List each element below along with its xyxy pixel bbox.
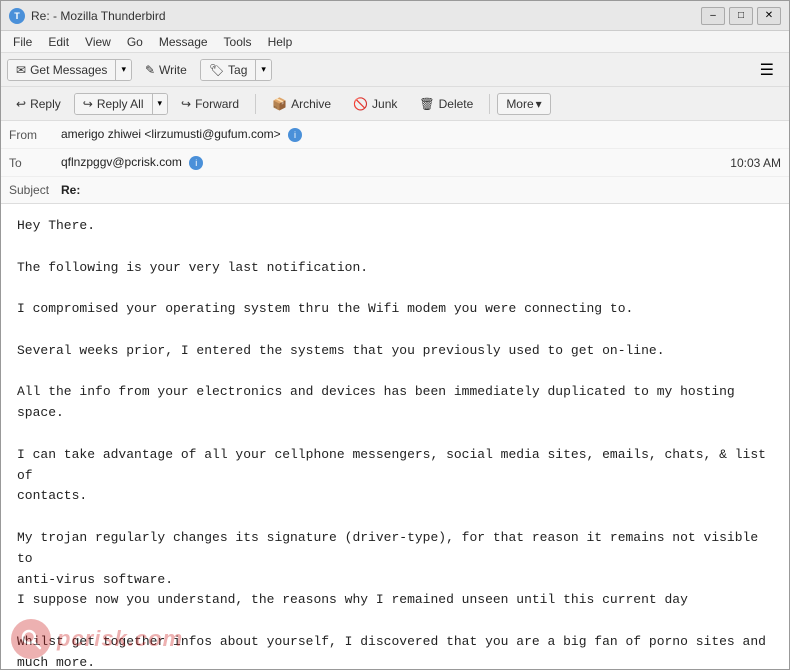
tag-label: Tag — [228, 63, 247, 77]
close-button[interactable]: ✕ — [757, 7, 781, 25]
get-messages-label: Get Messages — [30, 63, 107, 77]
menu-file[interactable]: File — [5, 33, 40, 51]
toolbar-separator-1 — [255, 94, 256, 114]
forward-icon: ↪ — [181, 97, 191, 111]
email-time: 10:03 AM — [730, 156, 781, 170]
to-label: To — [9, 156, 61, 170]
reply-button[interactable]: ↩ Reply — [7, 93, 70, 115]
hamburger-menu-button[interactable]: ☰ — [751, 56, 783, 84]
subject-row: Subject Re: — [1, 177, 789, 203]
get-messages-split: ✉ Get Messages ▾ — [7, 59, 132, 81]
from-row: From amerigo zhiwei <lirzumusti@gufum.co… — [1, 121, 789, 149]
to-value: qflnzpggv@pcrisk.com i — [61, 155, 730, 170]
archive-icon: 📦 — [272, 97, 287, 111]
email-body: Hey There. The following is your very la… — [17, 216, 773, 669]
subject-label: Subject — [9, 183, 61, 197]
menu-view[interactable]: View — [77, 33, 119, 51]
get-messages-button[interactable]: ✉ Get Messages — [8, 60, 115, 80]
main-window: T Re: - Mozilla Thunderbird – □ ✕ File E… — [0, 0, 790, 670]
menu-message[interactable]: Message — [151, 33, 216, 51]
main-toolbar: ✉ Get Messages ▾ ✎ Write 🏷 Tag ▾ ☰ — [1, 53, 789, 87]
to-email: qflnzpggv@pcrisk.com — [61, 155, 182, 169]
archive-button[interactable]: 📦 Archive — [263, 93, 340, 115]
junk-button[interactable]: 🚫 Junk — [344, 93, 406, 115]
menu-edit[interactable]: Edit — [40, 33, 77, 51]
tag-button[interactable]: 🏷 Tag — [201, 60, 256, 80]
reply-icon: ↩ — [16, 97, 26, 111]
tag-split: 🏷 Tag ▾ — [200, 59, 272, 81]
from-icon: i — [288, 128, 302, 142]
email-header: From amerigo zhiwei <lirzumusti@gufum.co… — [1, 121, 789, 204]
email-body-container[interactable]: Hey There. The following is your very la… — [1, 204, 789, 669]
reply-all-dropdown[interactable]: ▾ — [152, 94, 168, 114]
menu-go[interactable]: Go — [119, 33, 151, 51]
reply-all-button[interactable]: ↪ Reply All — [75, 94, 152, 114]
reply-all-icon: ↪ — [83, 97, 93, 111]
write-button[interactable]: ✎ Write — [136, 59, 196, 81]
menu-help[interactable]: Help — [260, 33, 301, 51]
from-email: <lirzumusti@gufum.com> — [144, 127, 280, 141]
delete-icon: 🗑 — [419, 97, 434, 111]
subject-value: Re: — [61, 183, 80, 197]
menu-tools[interactable]: Tools — [216, 33, 260, 51]
from-value: amerigo zhiwei <lirzumusti@gufum.com> i — [61, 127, 781, 142]
from-label: From — [9, 128, 61, 142]
title-bar: T Re: - Mozilla Thunderbird – □ ✕ — [1, 1, 789, 31]
minimize-button[interactable]: – — [701, 7, 725, 25]
app-icon: T — [9, 8, 25, 24]
reply-all-split: ↪ Reply All ▾ — [74, 93, 168, 115]
window-title: Re: - Mozilla Thunderbird — [31, 9, 701, 23]
get-messages-dropdown[interactable]: ▾ — [115, 60, 131, 80]
inbox-icon: ✉ — [16, 63, 26, 77]
junk-icon: 🚫 — [353, 97, 368, 111]
to-icon: i — [189, 156, 203, 170]
forward-button[interactable]: ↪ Forward — [172, 93, 248, 115]
menu-bar: File Edit View Go Message Tools Help — [1, 31, 789, 53]
window-controls: – □ ✕ — [701, 7, 781, 25]
more-button[interactable]: More ▾ — [497, 93, 550, 115]
delete-button[interactable]: 🗑 Delete — [410, 93, 482, 115]
from-name: amerigo zhiwei — [61, 127, 141, 141]
maximize-button[interactable]: □ — [729, 7, 753, 25]
toolbar-separator-2 — [489, 94, 490, 114]
tag-dropdown[interactable]: ▾ — [255, 60, 271, 80]
more-dropdown-icon: ▾ — [536, 97, 542, 111]
pencil-icon: ✎ — [145, 63, 155, 77]
tag-icon: 🏷 — [209, 63, 224, 77]
action-toolbar: ↩ Reply ↪ Reply All ▾ ↪ Forward 📦 Archiv… — [1, 87, 789, 121]
to-row: To qflnzpggv@pcrisk.com i 10:03 AM — [1, 149, 789, 177]
